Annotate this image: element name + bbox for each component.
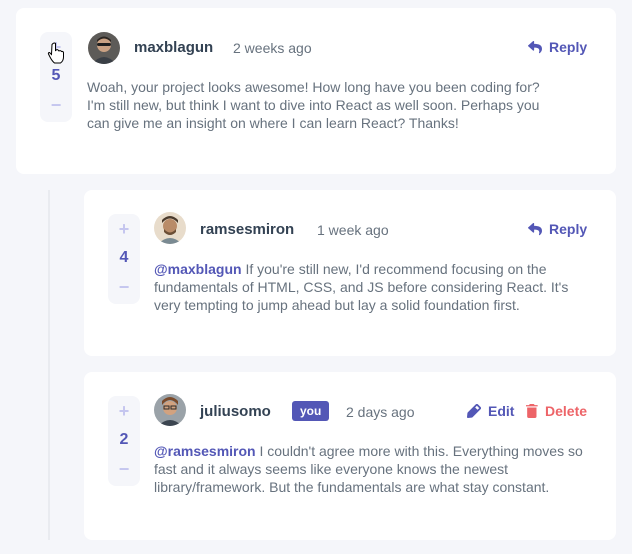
comment-timestamp: 2 weeks ago bbox=[233, 40, 312, 56]
reply-thread-line bbox=[48, 190, 50, 540]
comment-card: + 5 − maxblagun 2 weeks ago Reply Woah, … bbox=[16, 8, 616, 174]
reply-button[interactable]: Reply bbox=[528, 221, 587, 237]
comment-username[interactable]: maxblagun bbox=[134, 39, 213, 56]
downvote-button[interactable]: − bbox=[119, 460, 130, 478]
vote-score: 5 bbox=[51, 67, 61, 84]
reply-label: Reply bbox=[549, 39, 588, 55]
reply-arrow-icon bbox=[528, 222, 542, 235]
vote-score: 4 bbox=[119, 249, 129, 266]
edit-label: Edit bbox=[488, 403, 515, 419]
comment-timestamp: 1 week ago bbox=[317, 222, 389, 238]
comment-timestamp: 2 days ago bbox=[346, 404, 415, 420]
vote-score: 2 bbox=[119, 431, 129, 448]
comment-username[interactable]: juliusomo bbox=[200, 403, 271, 420]
vote-control: + 4 − bbox=[108, 214, 140, 304]
upvote-button[interactable]: + bbox=[119, 402, 130, 420]
comment-text: Woah, your project looks awesome! How lo… bbox=[87, 79, 540, 131]
reply-card: + 2 − juliusomo you 2 days ago Edit Dele… bbox=[84, 372, 616, 540]
reply-card: + 4 − ramsesmiron 1 week ago Reply @maxb… bbox=[84, 190, 616, 356]
hand-cursor-icon bbox=[47, 42, 64, 64]
upvote-button[interactable]: + bbox=[119, 220, 130, 238]
mention-link[interactable]: @maxblagun bbox=[154, 261, 242, 277]
mention-link[interactable]: @ramsesmiron bbox=[154, 443, 256, 459]
edit-button[interactable]: Edit bbox=[467, 403, 514, 419]
downvote-button[interactable]: − bbox=[119, 278, 130, 296]
comment-username[interactable]: ramsesmiron bbox=[200, 221, 294, 238]
vote-control: + 2 − bbox=[108, 396, 140, 486]
pencil-icon bbox=[467, 404, 481, 418]
avatar[interactable] bbox=[154, 394, 186, 426]
delete-button[interactable]: Delete bbox=[526, 403, 587, 419]
trash-icon bbox=[526, 404, 538, 418]
avatar[interactable] bbox=[88, 32, 120, 64]
reply-button[interactable]: Reply bbox=[528, 39, 587, 55]
reply-label: Reply bbox=[549, 221, 588, 237]
delete-label: Delete bbox=[545, 403, 588, 419]
comment-text: @ramsesmiron I couldn't agree more with … bbox=[154, 442, 584, 496]
downvote-button[interactable]: − bbox=[51, 96, 62, 114]
you-badge: you bbox=[292, 401, 330, 421]
comment-text: @maxblagun If you're still new, I'd reco… bbox=[154, 260, 582, 314]
avatar[interactable] bbox=[154, 212, 186, 244]
reply-arrow-icon bbox=[528, 40, 542, 53]
